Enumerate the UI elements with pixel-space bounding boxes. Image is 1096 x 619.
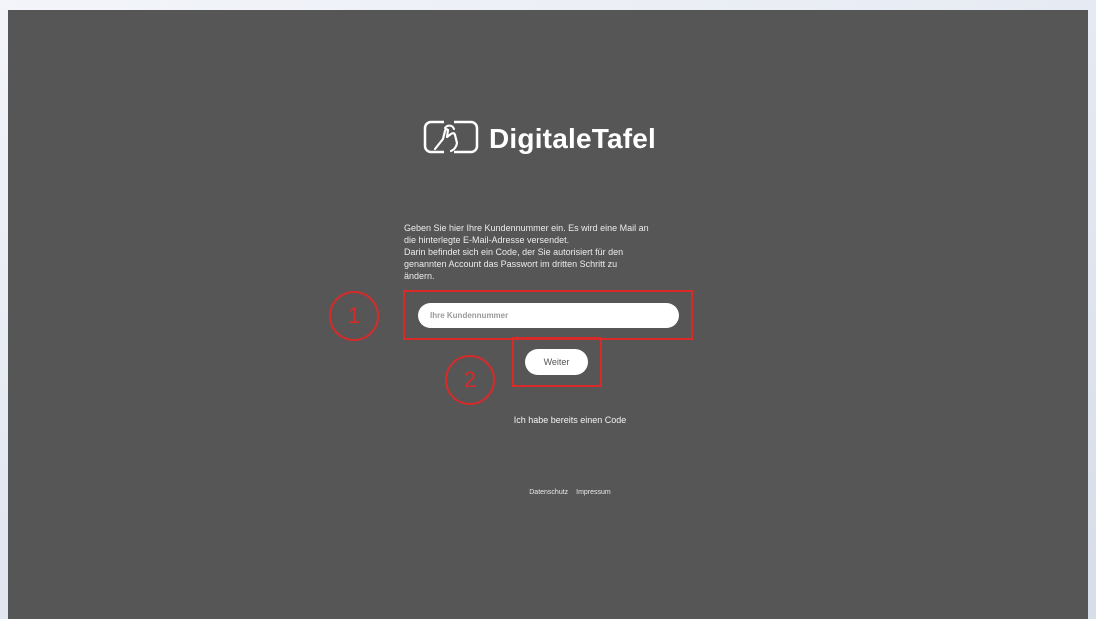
step-number: 2 <box>463 367 477 392</box>
have-code-link[interactable]: Ich habe bereits einen Code <box>470 415 670 425</box>
footer: Datenschutz Impressum <box>480 489 660 496</box>
highlight-box-input <box>403 290 693 340</box>
intro-text: Geben Sie hier Ihre Kundennummer ein. Es… <box>404 222 709 282</box>
step-marker-1: 1 <box>329 291 379 341</box>
brand-name: DigitaleTafel <box>489 123 657 154</box>
hand-touch-tablet-icon <box>423 118 479 160</box>
privacy-link[interactable]: Datenschutz <box>529 489 568 496</box>
step-number: 1 <box>347 303 361 328</box>
intro-line: Geben Sie hier Ihre Kundennummer ein. Es… <box>404 223 649 233</box>
brand-logo: DigitaleTafel <box>423 118 656 160</box>
intro-line: Darin befindet sich ein Code, der Sie au… <box>404 247 624 257</box>
intro-line: die hinterlegte E-Mail-Adresse versendet… <box>404 235 570 245</box>
intro-line: genannten Account das Passwort im dritte… <box>404 259 618 269</box>
step-marker-2: 2 <box>445 355 495 405</box>
highlight-box-button <box>512 337 602 387</box>
intro-line: ändern. <box>404 271 435 281</box>
imprint-link[interactable]: Impressum <box>576 489 611 496</box>
